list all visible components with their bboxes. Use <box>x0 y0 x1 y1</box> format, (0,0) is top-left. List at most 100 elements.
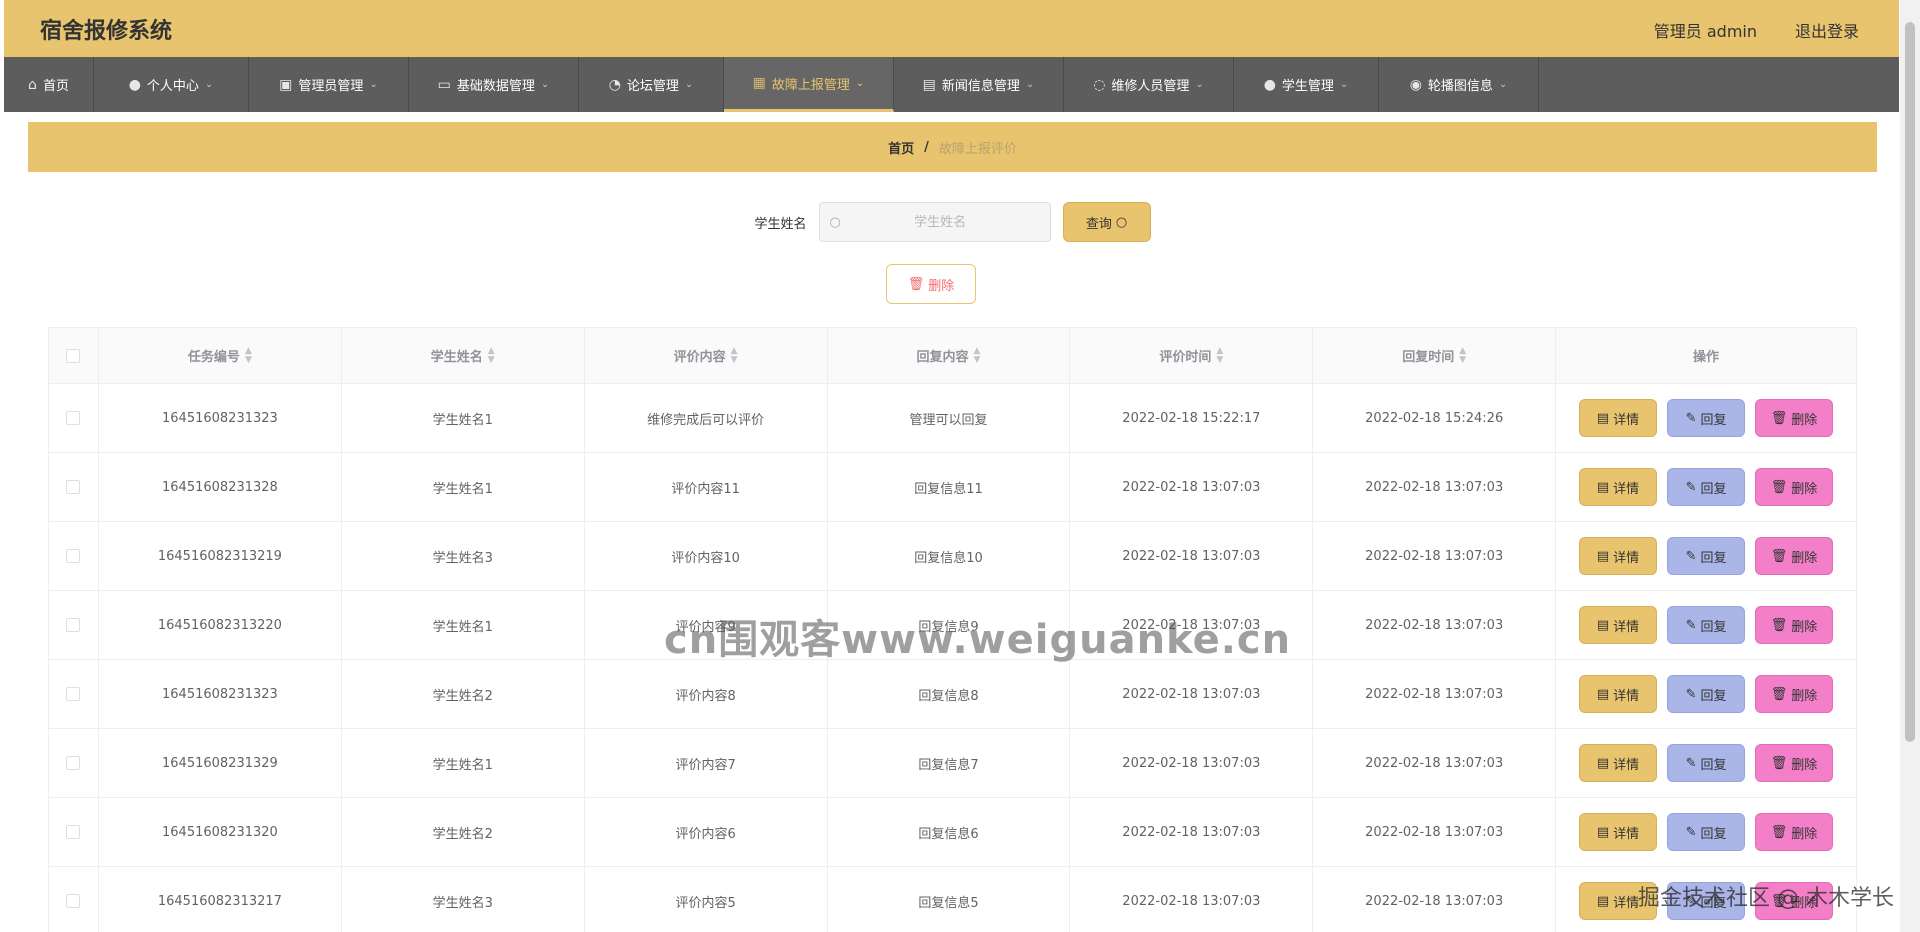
chevron-down-icon: ⌄ <box>204 79 214 90</box>
table-row: 164516082313219 学生姓名3 评价内容10 回复信息10 2022-02-… <box>49 522 1856 591</box>
column-header-label: 评价内容 <box>673 350 726 365</box>
sort-icon[interactable]: ▲ ▼ <box>1459 346 1466 365</box>
delete-button[interactable]: 🗑 删除 <box>1755 744 1834 782</box>
user-icon: ● <box>128 76 141 93</box>
search-field[interactable]: ○ <box>818 202 1051 242</box>
reply-button-label: 回复 <box>1700 619 1727 635</box>
reply-button[interactable]: ✎ 回复 <box>1667 744 1746 782</box>
search-input[interactable] <box>840 214 1040 230</box>
sort-icon[interactable]: ▲ ▼ <box>488 346 495 365</box>
nav-item-label: 首页 <box>42 79 69 94</box>
reply-button[interactable]: ✎ 回复 <box>1667 399 1746 437</box>
table-cell: 2022-02-18 13:07:03 <box>1070 867 1314 932</box>
detail-button[interactable]: ▤ 详情 <box>1579 813 1658 851</box>
detail-button[interactable]: ▤ 详情 <box>1579 606 1658 644</box>
reply-button-label: 回复 <box>1700 895 1727 911</box>
row-checkbox[interactable] <box>66 411 81 425</box>
detail-button[interactable]: ▤ 详情 <box>1579 468 1658 506</box>
row-select-cell[interactable] <box>49 591 99 659</box>
nav-item-1[interactable]: ● 个人中心 ⌄ <box>94 57 249 112</box>
breadcrumb: 首页 / 故障上报评价 <box>28 122 1877 172</box>
reply-button-label: 回复 <box>1700 826 1727 842</box>
table-cell: 2022-02-18 13:07:03 <box>1313 867 1557 932</box>
scrollbar-thumb[interactable] <box>1905 22 1915 742</box>
column-header[interactable]: 回复时间 ▲ ▼ <box>1313 328 1557 383</box>
nav-item-8[interactable]: ● 学生管理 ⌄ <box>1234 57 1379 112</box>
batch-delete-button[interactable]: 🗑 删除 <box>886 264 976 304</box>
row-checkbox[interactable] <box>66 825 81 839</box>
row-checkbox[interactable] <box>66 894 81 908</box>
nav-item-9[interactable]: ◉ 轮播图信息 ⌄ <box>1379 57 1539 112</box>
column-header-label: 评价时间 <box>1159 350 1212 365</box>
delete-button[interactable]: 🗑 删除 <box>1755 882 1834 920</box>
logout-button[interactable]: 退出登录 <box>1795 18 1859 42</box>
nav-item-6[interactable]: ▤ 新闻信息管理 ⌄ <box>894 57 1064 112</box>
delete-button[interactable]: 🗑 删除 <box>1755 468 1834 506</box>
trash-icon: 🗑 <box>1770 617 1788 633</box>
ops-header: 操作 <box>1556 328 1856 383</box>
delete-button-label: 删除 <box>1791 412 1818 428</box>
reply-button[interactable]: ✎ 回复 <box>1667 606 1746 644</box>
sort-icon[interactable]: ▲ ▼ <box>974 346 981 365</box>
nav-item-0[interactable]: ⌂ 首页 <box>4 57 94 112</box>
column-header[interactable]: 评价内容 ▲ ▼ <box>585 328 828 383</box>
select-all-cell[interactable] <box>49 328 99 383</box>
document-icon: ▤ <box>1596 755 1610 771</box>
reply-button[interactable]: ✎ 回复 <box>1667 882 1746 920</box>
row-select-cell[interactable] <box>49 660 99 728</box>
nav-item-4[interactable]: ◔ 论坛管理 ⌄ <box>579 57 724 112</box>
nav-item-2[interactable]: ▣ 管理员管理 ⌄ <box>249 57 409 112</box>
detail-button[interactable]: ▤ 详情 <box>1579 675 1658 713</box>
row-select-cell[interactable] <box>49 384 99 452</box>
detail-button[interactable]: ▤ 详情 <box>1579 882 1658 920</box>
reply-button[interactable]: ✎ 回复 <box>1667 813 1746 851</box>
nav-item-5[interactable]: ▦ 故障上报管理 ⌄ <box>724 57 894 112</box>
row-select-cell[interactable] <box>49 522 99 590</box>
chevron-down-icon: ⌄ <box>1498 79 1508 90</box>
column-header-label: 学生姓名 <box>430 350 483 365</box>
column-header[interactable]: 学生姓名 ▲ ▼ <box>342 328 585 383</box>
row-checkbox[interactable] <box>66 480 81 494</box>
column-header[interactable]: 任务编号 ▲ ▼ <box>99 328 342 383</box>
page-scrollbar[interactable] <box>1900 0 1920 932</box>
sort-icon[interactable]: ▲ ▼ <box>731 346 738 365</box>
row-select-cell[interactable] <box>49 798 99 866</box>
sort-icon[interactable]: ▲ ▼ <box>245 346 252 365</box>
table-cell: 2022-02-18 13:07:03 <box>1313 591 1557 659</box>
reply-button[interactable]: ✎ 回复 <box>1667 537 1746 575</box>
document-icon: ▤ <box>1596 686 1610 702</box>
sort-icon[interactable]: ▲ ▼ <box>1216 346 1223 365</box>
reply-button[interactable]: ✎ 回复 <box>1667 675 1746 713</box>
delete-button[interactable]: 🗑 删除 <box>1755 675 1834 713</box>
row-select-cell[interactable] <box>49 453 99 521</box>
table-cell: 学生姓名2 <box>342 798 585 866</box>
nav-item-7[interactable]: ◌ 维修人员管理 ⌄ <box>1064 57 1234 112</box>
breadcrumb-home[interactable]: 首页 <box>888 138 914 157</box>
row-checkbox[interactable] <box>66 549 81 563</box>
detail-button[interactable]: ▤ 详情 <box>1579 744 1658 782</box>
search-label: 学生姓名 <box>754 216 807 232</box>
column-header[interactable]: 回复内容 ▲ ▼ <box>828 328 1071 383</box>
delete-button[interactable]: 🗑 删除 <box>1755 606 1834 644</box>
table-row: 16451608231320 学生姓名2 评价内容6 回复信息6 2022-02-18 … <box>49 798 1856 867</box>
delete-button[interactable]: 🗑 删除 <box>1755 399 1834 437</box>
row-checkbox[interactable] <box>66 687 81 701</box>
delete-button-label: 删除 <box>1791 550 1818 566</box>
query-button[interactable]: 查询 ○ <box>1062 202 1151 242</box>
trash-icon: 🗑 <box>1770 824 1788 840</box>
row-checkbox[interactable] <box>66 618 81 632</box>
reply-button[interactable]: ✎ 回复 <box>1667 468 1746 506</box>
row-actions: ▤ 详情 ✎ 回复 🗑 删除 <box>1556 591 1856 659</box>
column-header[interactable]: 评价时间 ▲ ▼ <box>1070 328 1314 383</box>
delete-button[interactable]: 🗑 删除 <box>1755 537 1834 575</box>
row-select-cell[interactable] <box>49 729 99 797</box>
nav-item-3[interactable]: ▭ 基础数据管理 ⌄ <box>409 57 579 112</box>
row-select-cell[interactable] <box>49 867 99 932</box>
detail-button-label: 详情 <box>1613 757 1640 773</box>
table-cell: 学生姓名3 <box>342 867 585 932</box>
delete-button[interactable]: 🗑 删除 <box>1755 813 1834 851</box>
select-all-checkbox[interactable] <box>66 348 81 363</box>
detail-button[interactable]: ▤ 详情 <box>1579 537 1658 575</box>
row-checkbox[interactable] <box>66 756 81 770</box>
detail-button[interactable]: ▤ 详情 <box>1579 399 1658 437</box>
